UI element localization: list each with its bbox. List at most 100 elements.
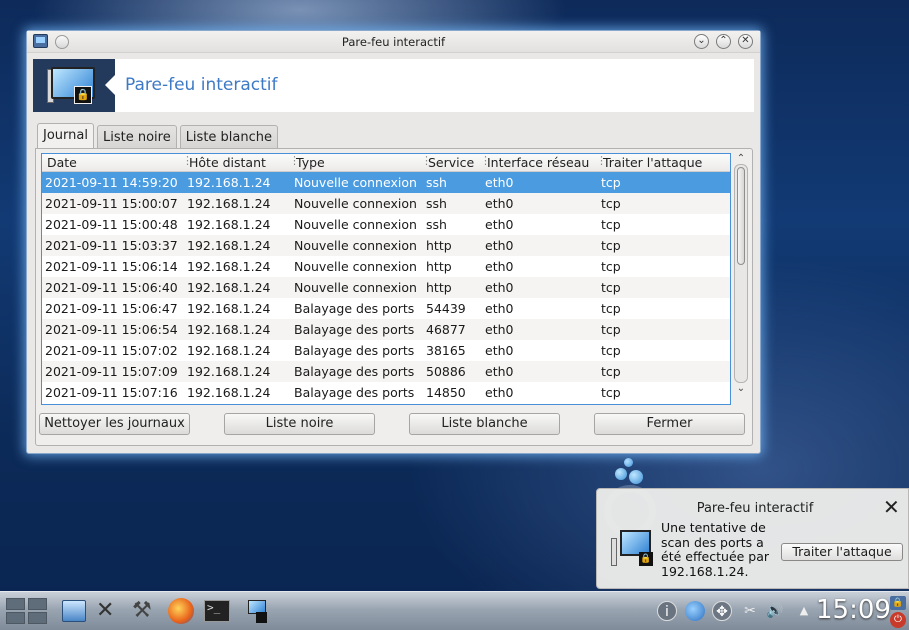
table-row[interactable]: 2021-09-11 15:00:48 192.168.1.24 Nouvelle … — [42, 214, 730, 235]
chevron-up-icon: ⌃ — [719, 35, 728, 46]
clipboard-icon[interactable]: ✂ — [740, 601, 760, 621]
cell-interface: eth0 — [485, 301, 514, 316]
table-row[interactable]: 2021-09-11 15:00:07 192.168.1.24 Nouvelle … — [42, 193, 730, 214]
table-header: Date Hôte distant Type Service Interface… — [42, 154, 730, 172]
cell-attack: tcp — [601, 217, 621, 232]
taskbar: ✕ ⚒ >_ i ✥ ✂ 🔊 ▲ 15:09 🔒 ⏻ — [0, 591, 909, 630]
cell-remote-host: 192.168.1.24 — [187, 280, 271, 295]
cell-date: 2021-09-11 15:00:48 — [45, 217, 178, 232]
cell-service: 14850 — [426, 385, 466, 400]
cell-remote-host: 192.168.1.24 — [187, 322, 271, 337]
cell-type: Balayage des ports — [294, 364, 415, 379]
window-titlebar[interactable]: Pare-feu interactif ⌄ ⌃ ✕ — [27, 31, 760, 53]
network-icon[interactable] — [685, 601, 705, 621]
cell-attack: tcp — [601, 322, 621, 337]
cell-attack: tcp — [601, 238, 621, 253]
notification-message: Une tentative de scan des ports a été ef… — [661, 520, 770, 579]
scrollbar-thumb[interactable] — [737, 167, 745, 265]
expand-tray-icon[interactable]: ▲ — [794, 601, 814, 621]
move-icon[interactable]: ✥ — [712, 601, 732, 621]
scroll-up-icon[interactable]: ⌃ — [734, 153, 748, 164]
table-row[interactable]: 2021-09-11 15:07:02 192.168.1.24 Balayage … — [42, 340, 730, 361]
column-header-attack[interactable]: Traiter l'attaque — [596, 154, 728, 171]
cell-date: 2021-09-11 15:07:02 — [45, 343, 178, 358]
cell-date: 2021-09-11 15:07:16 — [45, 385, 178, 400]
banner-title: Pare-feu interactif — [125, 75, 278, 95]
firewall-notification-icon: 🔒 — [611, 530, 653, 566]
scrollbar-track[interactable] — [734, 164, 748, 383]
minimize-button[interactable]: ⌄ — [694, 34, 709, 49]
table-row[interactable]: 2021-09-11 15:07:09 192.168.1.24 Balayage … — [42, 361, 730, 382]
tab-journal[interactable]: Journal — [37, 123, 94, 149]
cell-interface: eth0 — [485, 238, 514, 253]
maximize-button[interactable]: ⌃ — [716, 34, 731, 49]
close-window-button[interactable]: ✕ — [738, 34, 753, 49]
table-row[interactable]: 2021-09-11 15:06:40 192.168.1.24 Nouvelle … — [42, 277, 730, 298]
cell-type: Balayage des ports — [294, 343, 415, 358]
cell-attack: tcp — [601, 343, 621, 358]
table-row[interactable]: 2021-09-11 15:06:54 192.168.1.24 Balayage … — [42, 319, 730, 340]
table-row[interactable]: 2021-09-11 15:06:14 192.168.1.24 Nouvelle … — [42, 256, 730, 277]
banner-icon-area: 🔒 — [33, 59, 115, 112]
firefox-icon[interactable] — [168, 598, 194, 624]
close-button[interactable]: Fermer — [594, 413, 745, 435]
column-header-interface[interactable]: Interface réseau — [480, 154, 598, 171]
cell-interface: eth0 — [485, 259, 514, 274]
cell-date: 2021-09-11 15:07:09 — [45, 364, 178, 379]
close-icon[interactable]: ✕ — [883, 497, 900, 517]
cell-type: Nouvelle connexion — [294, 280, 417, 295]
cell-attack: tcp — [601, 301, 621, 316]
cell-interface: eth0 — [485, 343, 514, 358]
table-scrollbar[interactable]: ⌃ ⌄ — [734, 153, 748, 405]
handle-attack-button[interactable]: Traiter l'attaque — [781, 543, 903, 561]
software-install-icon[interactable]: ⚒ — [132, 598, 158, 624]
lock-screen-icon[interactable]: 🔒 — [890, 596, 906, 610]
cell-date: 2021-09-11 14:59:20 — [45, 175, 178, 190]
terminal-icon[interactable]: >_ — [204, 600, 230, 622]
column-header-type[interactable]: Type — [289, 154, 423, 171]
cell-type: Balayage des ports — [294, 385, 415, 400]
shutdown-icon[interactable]: ⏻ — [890, 612, 906, 628]
column-header-service[interactable]: Service — [421, 154, 482, 171]
cell-type: Balayage des ports — [294, 301, 415, 316]
lock-icon: 🔒 — [74, 86, 92, 104]
table-row[interactable]: 2021-09-11 15:03:37 192.168.1.24 Nouvelle … — [42, 235, 730, 256]
cell-attack: tcp — [601, 364, 621, 379]
firewall-icon[interactable] — [242, 598, 268, 624]
tab-bar: Journal Liste noire Liste blanche — [37, 123, 278, 149]
cell-service: 50886 — [426, 364, 466, 379]
settings-tools-icon[interactable]: ✕ — [96, 598, 122, 624]
clear-logs-button[interactable]: Nettoyer les journaux — [39, 413, 190, 435]
column-header-date[interactable]: Date — [42, 154, 184, 171]
cell-remote-host: 192.168.1.24 — [187, 238, 271, 253]
cell-remote-host: 192.168.1.24 — [187, 343, 271, 358]
virtual-desktop-pager[interactable] — [6, 598, 50, 624]
cell-date: 2021-09-11 15:06:47 — [45, 301, 178, 316]
blacklist-button[interactable]: Liste noire — [224, 413, 375, 435]
info-icon[interactable]: i — [657, 601, 677, 621]
cell-date: 2021-09-11 15:06:14 — [45, 259, 178, 274]
close-icon: ✕ — [741, 35, 750, 46]
cell-service: ssh — [426, 175, 447, 190]
cell-service: http — [426, 259, 452, 274]
whitelist-button[interactable]: Liste blanche — [409, 413, 560, 435]
cell-remote-host: 192.168.1.24 — [187, 175, 271, 190]
log-table[interactable]: Date Hôte distant Type Service Interface… — [41, 153, 731, 405]
cell-remote-host: 192.168.1.24 — [187, 301, 271, 316]
cell-type: Nouvelle connexion — [294, 175, 417, 190]
scroll-down-icon[interactable]: ⌄ — [734, 383, 748, 394]
cell-service: ssh — [426, 217, 447, 232]
table-row[interactable]: 2021-09-11 15:06:47 192.168.1.24 Balayage … — [42, 298, 730, 319]
cell-interface: eth0 — [485, 217, 514, 232]
clock[interactable]: 15:09 — [816, 595, 891, 625]
volume-icon[interactable]: 🔊 — [765, 601, 785, 621]
cell-attack: tcp — [601, 280, 621, 295]
column-header-remote-host[interactable]: Hôte distant — [182, 154, 291, 171]
tab-whitelist[interactable]: Liste blanche — [179, 125, 278, 149]
notification-popup: Pare-feu interactif ✕ 🔒 Une tentative de… — [596, 488, 909, 589]
file-manager-icon[interactable] — [62, 600, 86, 622]
table-row[interactable]: 2021-09-11 14:59:20 192.168.1.24 Nouvelle … — [42, 172, 730, 193]
table-row[interactable]: 2021-09-11 15:07:16 192.168.1.24 Balayage … — [42, 382, 730, 403]
tab-blacklist[interactable]: Liste noire — [96, 125, 177, 149]
mageia-logo-bubble — [629, 470, 643, 484]
